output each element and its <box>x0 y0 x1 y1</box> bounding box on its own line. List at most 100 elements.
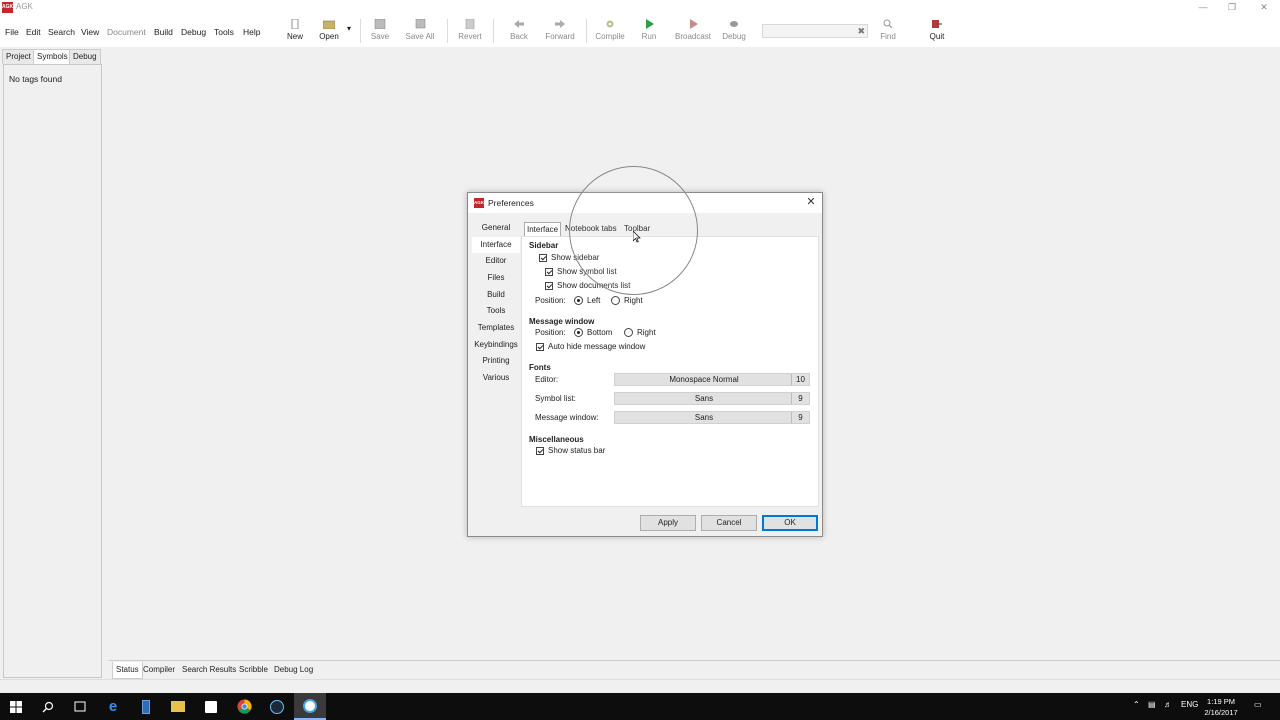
edge-browser-icon[interactable]: e <box>97 693 129 720</box>
checkbox-checked-icon <box>539 253 547 262</box>
save-all-icon <box>415 19 426 29</box>
sidebar-position-left-radio[interactable]: Left <box>574 296 600 305</box>
checkbox-checked-icon <box>536 342 544 351</box>
sidebar-position-right-radio[interactable]: Right <box>611 296 643 305</box>
symbols-panel: No tags found <box>3 64 102 678</box>
section-fonts-heading: Fonts <box>529 363 551 372</box>
volume-icon[interactable]: ♬ <box>1164 700 1172 709</box>
editor-font-button[interactable]: Monospace Normal 10 <box>614 373 810 386</box>
new-button[interactable]: New <box>285 18 305 46</box>
dialog-title: Preferences <box>488 198 534 208</box>
checkbox-checked-icon <box>545 267 553 276</box>
back-button[interactable]: Back <box>508 18 530 46</box>
category-build[interactable]: Build <box>472 287 520 303</box>
subtab-interface[interactable]: Interface <box>524 222 562 236</box>
clear-search-icon[interactable]: ✖ <box>857 26 865 37</box>
menu-search[interactable]: Search <box>48 27 75 37</box>
save-icon <box>374 19 386 29</box>
show-symbol-list-checkbox[interactable]: Show symbol list <box>545 267 617 276</box>
tab-debug-log[interactable]: Debug Log <box>271 662 316 679</box>
dialog-titlebar: AGK Preferences ✕ <box>468 193 822 213</box>
app-logo-icon: AGK <box>2 2 13 13</box>
tab-scribble[interactable]: Scribble <box>236 662 271 679</box>
network-icon[interactable]: ▤ <box>1148 700 1156 709</box>
message-position-bottom-radio[interactable]: Bottom <box>574 328 612 337</box>
show-hidden-icons-chevron-icon[interactable]: ⌃ <box>1133 700 1140 709</box>
symbol-list-font-button[interactable]: Sans 9 <box>614 392 810 405</box>
sidebar-tab-project[interactable]: Project <box>2 49 35 64</box>
apply-button[interactable]: Apply <box>640 515 696 531</box>
category-files[interactable]: Files <box>472 270 520 286</box>
show-sidebar-checkbox[interactable]: Show sidebar <box>539 253 599 262</box>
quit-button[interactable]: Quit <box>927 18 947 46</box>
subtab-notebook-tabs[interactable]: Notebook tabs <box>563 222 619 236</box>
chrome-browser-icon[interactable] <box>228 693 260 720</box>
open-button[interactable]: Open <box>318 18 340 46</box>
toolbar: New Open ▾ Save Save All Revert Back For… <box>285 15 1280 47</box>
category-interface[interactable]: Interface <box>472 237 520 253</box>
start-windows-icon[interactable] <box>0 693 32 720</box>
notifications-icon[interactable]: ▭ <box>1254 700 1262 709</box>
system-clock[interactable]: 1:19 PM 2/16/2017 <box>1198 696 1244 718</box>
menu-view[interactable]: View <box>81 27 99 37</box>
dialog-close-icon[interactable]: ✕ <box>804 195 818 209</box>
message-position-right-radio[interactable]: Right <box>624 328 656 337</box>
ok-button[interactable]: OK <box>762 515 818 531</box>
forward-button[interactable]: Forward <box>543 18 577 46</box>
search-input[interactable]: ✖ <box>762 24 868 38</box>
category-various[interactable]: Various <box>472 370 520 386</box>
run-button[interactable]: Run <box>639 18 659 46</box>
menu-edit[interactable]: Edit <box>26 27 41 37</box>
category-printing[interactable]: Printing <box>472 353 520 369</box>
tab-compiler[interactable]: Compiler <box>140 662 178 679</box>
revert-button[interactable]: Revert <box>457 18 483 46</box>
category-keybindings[interactable]: Keybindings <box>472 337 520 353</box>
search-icon[interactable] <box>32 693 64 720</box>
task-view-icon[interactable] <box>64 693 96 720</box>
minimize-icon[interactable]: — <box>1187 0 1219 15</box>
quit-icon <box>932 20 942 28</box>
tab-search-results[interactable]: Search Results <box>179 662 239 679</box>
agk-ide-taskbar-icon[interactable] <box>294 693 326 720</box>
menu-tools[interactable]: Tools <box>214 27 234 37</box>
debug-button[interactable]: Debug <box>721 18 747 46</box>
message-window-font-name: Sans <box>694 413 714 422</box>
sidebar-position-label: Position: <box>535 296 566 305</box>
cancel-button[interactable]: Cancel <box>701 515 757 531</box>
interface-subtabs: Interface Notebook tabs Toolbar <box>524 222 819 236</box>
menu-build[interactable]: Build <box>154 27 173 37</box>
right-label: Right <box>637 328 656 337</box>
compile-button[interactable]: Compile <box>593 18 627 46</box>
sidebar-tab-debug[interactable]: Debug <box>69 49 101 64</box>
bookmark-app-icon[interactable] <box>130 693 162 720</box>
maximize-icon[interactable]: ❐ <box>1216 0 1248 15</box>
show-status-bar-checkbox[interactable]: Show status bar <box>536 446 605 455</box>
menu-help[interactable]: Help <box>243 27 260 37</box>
store-icon[interactable] <box>195 693 227 720</box>
broadcast-button[interactable]: Broadcast <box>675 18 711 46</box>
message-window-font-button[interactable]: Sans 9 <box>614 411 810 424</box>
category-editor[interactable]: Editor <box>472 253 520 269</box>
category-tools[interactable]: Tools <box>472 303 520 319</box>
clock-date: 2/16/2017 <box>1204 708 1238 717</box>
show-sidebar-label: Show sidebar <box>551 253 600 262</box>
tab-status[interactable]: Status <box>112 662 143 679</box>
menu-debug[interactable]: Debug <box>181 27 206 37</box>
show-documents-list-checkbox[interactable]: Show documents list <box>545 281 630 290</box>
steam-icon[interactable] <box>261 693 293 720</box>
find-button[interactable]: Find <box>878 18 898 46</box>
menu-document[interactable]: Document <box>107 27 146 37</box>
menu-file[interactable]: File <box>5 27 19 37</box>
message-window-font-size: 9 <box>791 412 809 423</box>
auto-hide-message-window-checkbox[interactable]: Auto hide message window <box>536 342 645 351</box>
category-templates[interactable]: Templates <box>472 320 520 336</box>
language-indicator[interactable]: ENG <box>1181 700 1198 709</box>
interface-settings-panel: Sidebar Show sidebar Show symbol list Sh… <box>521 236 819 507</box>
toolbar-separator <box>360 19 361 43</box>
save-button[interactable]: Save <box>369 18 391 46</box>
sidebar-tab-symbols[interactable]: Symbols <box>33 49 72 64</box>
save-all-button[interactable]: Save All <box>404 18 436 46</box>
close-window-icon[interactable]: ✕ <box>1248 0 1280 15</box>
file-explorer-icon[interactable] <box>162 693 194 720</box>
category-general[interactable]: General <box>472 220 520 236</box>
